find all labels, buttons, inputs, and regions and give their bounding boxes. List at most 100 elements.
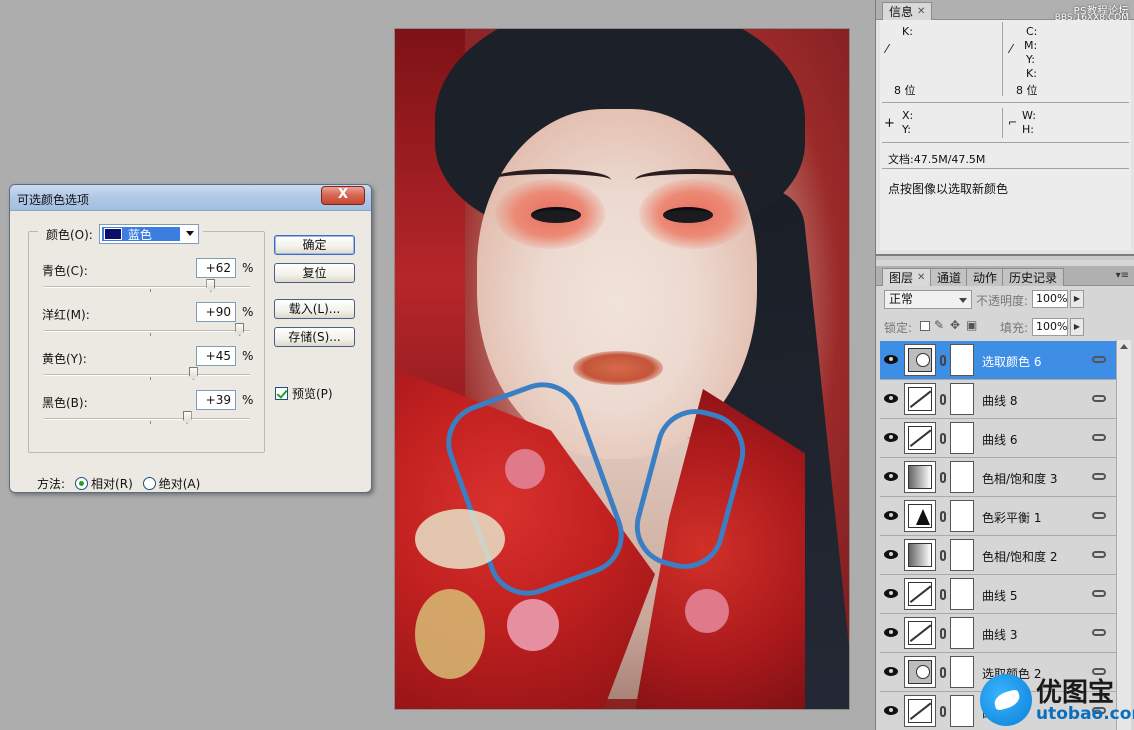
- mask-thumbnail[interactable]: [950, 617, 974, 649]
- link-icon[interactable]: [940, 706, 946, 717]
- lock-all-icon[interactable]: ▣: [966, 318, 977, 332]
- layer-name[interactable]: 选取颜色 6: [982, 353, 1041, 370]
- adjustment-thumbnail-icon[interactable]: [904, 656, 936, 688]
- layer-row[interactable]: 曲线 3: [880, 614, 1116, 653]
- link-icon[interactable]: [940, 550, 946, 561]
- eye-icon[interactable]: [884, 589, 898, 598]
- scroll-up-icon[interactable]: [1120, 344, 1128, 349]
- cyan-value-input[interactable]: +62: [196, 258, 236, 278]
- layer-name[interactable]: 曲线 6: [982, 431, 1017, 448]
- link-icon[interactable]: [940, 394, 946, 405]
- radio-selected-icon[interactable]: [75, 477, 89, 490]
- tab-layers[interactable]: 图层 ✕: [882, 268, 933, 286]
- link-icon[interactable]: [940, 589, 946, 600]
- layer-row[interactable]: 曲线 6: [880, 419, 1116, 458]
- slider-track[interactable]: [44, 374, 250, 376]
- reset-button[interactable]: 复位: [274, 263, 355, 283]
- checkbox-checked-icon[interactable]: [275, 387, 288, 400]
- mask-thumbnail[interactable]: [950, 578, 974, 610]
- eye-icon[interactable]: [884, 511, 898, 520]
- layer-row[interactable]: 曲线 8: [880, 380, 1116, 419]
- slider-thumb[interactable]: [182, 411, 192, 424]
- close-icon[interactable]: ✕: [917, 4, 925, 20]
- fill-arrow-icon[interactable]: ▶: [1070, 318, 1084, 336]
- eye-icon[interactable]: [884, 706, 898, 715]
- preview-checkbox[interactable]: 预览(P): [275, 385, 333, 402]
- eye-icon[interactable]: [884, 550, 898, 559]
- tab-history[interactable]: 历史记录: [1002, 268, 1065, 286]
- tab-info[interactable]: 信息 ✕: [882, 2, 933, 20]
- layer-row[interactable]: 选取颜色 6: [880, 341, 1116, 380]
- mask-thumbnail[interactable]: [950, 422, 974, 454]
- layer-name[interactable]: 色相/饱和度 3: [982, 470, 1058, 487]
- layer-row[interactable]: 色相/饱和度 3: [880, 458, 1116, 497]
- lock-transparent-icon[interactable]: [920, 321, 930, 331]
- close-icon[interactable]: ✕: [917, 270, 925, 286]
- panel-menu-icon[interactable]: ▾≡: [1116, 270, 1129, 281]
- adjustment-thumbnail-icon[interactable]: [904, 383, 936, 415]
- tab-actions[interactable]: 动作: [966, 268, 1005, 286]
- slider-track[interactable]: [44, 330, 250, 332]
- mask-thumbnail[interactable]: [950, 656, 974, 688]
- eye-icon[interactable]: [884, 433, 898, 442]
- slider-thumb[interactable]: [188, 367, 198, 380]
- lock-brush-icon[interactable]: ✎: [934, 318, 944, 332]
- eye-icon[interactable]: [884, 628, 898, 637]
- eye-icon[interactable]: [884, 667, 898, 676]
- ok-button[interactable]: 确定: [274, 235, 355, 255]
- mask-thumbnail[interactable]: [950, 695, 974, 727]
- adjustment-thumbnail-icon[interactable]: [904, 578, 936, 610]
- layer-row[interactable]: 色相/饱和度 2: [880, 536, 1116, 575]
- adjustment-thumbnail-icon[interactable]: [904, 695, 936, 727]
- eye-icon[interactable]: [884, 472, 898, 481]
- slider-thumb[interactable]: [235, 323, 245, 336]
- eye-icon[interactable]: [884, 355, 898, 364]
- adjustment-thumbnail-icon[interactable]: [904, 539, 936, 571]
- opacity-input[interactable]: 100%: [1032, 290, 1068, 308]
- adjustment-thumbnail-icon[interactable]: [904, 344, 936, 376]
- black-value-input[interactable]: +39: [196, 390, 236, 410]
- slider-track[interactable]: [44, 418, 250, 420]
- link-icon[interactable]: [940, 667, 946, 678]
- mask-thumbnail[interactable]: [950, 500, 974, 532]
- blend-mode-select[interactable]: 正常: [884, 290, 972, 309]
- link-icon[interactable]: [940, 628, 946, 639]
- color-dropdown[interactable]: 蓝色: [98, 224, 199, 244]
- link-icon[interactable]: [940, 511, 946, 522]
- yellow-value-input[interactable]: +45: [196, 346, 236, 366]
- link-icon[interactable]: [940, 433, 946, 444]
- canvas-image[interactable]: [394, 28, 850, 710]
- mask-thumbnail[interactable]: [950, 539, 974, 571]
- lock-move-icon[interactable]: ✥: [950, 318, 960, 332]
- layer-name[interactable]: 色相/饱和度 2: [982, 548, 1058, 565]
- layer-name[interactable]: 曲线 8: [982, 392, 1017, 409]
- eye-icon[interactable]: [884, 394, 898, 403]
- fill-input[interactable]: 100%: [1032, 318, 1068, 336]
- adjustment-thumbnail-icon[interactable]: [904, 422, 936, 454]
- mask-thumbnail[interactable]: [950, 461, 974, 493]
- tab-channels[interactable]: 通道: [930, 268, 969, 286]
- save-button[interactable]: 存储(S)...: [274, 327, 355, 347]
- adjustment-thumbnail-icon[interactable]: [904, 461, 936, 493]
- opacity-arrow-icon[interactable]: ▶: [1070, 290, 1084, 308]
- layer-row[interactable]: 曲线 5: [880, 575, 1116, 614]
- mask-thumbnail[interactable]: [950, 344, 974, 376]
- layer-row[interactable]: 色彩平衡 1: [880, 497, 1116, 536]
- slider-thumb[interactable]: [206, 279, 216, 292]
- load-button[interactable]: 载入(L)...: [274, 299, 355, 319]
- magenta-value-input[interactable]: +90: [196, 302, 236, 322]
- method-relative-radio[interactable]: 相对(R): [75, 475, 133, 492]
- dialog-titlebar[interactable]: 可选颜色选项 X: [10, 185, 371, 211]
- link-icon[interactable]: [940, 355, 946, 366]
- layer-name[interactable]: 曲线 3: [982, 626, 1017, 643]
- link-icon[interactable]: [940, 472, 946, 483]
- adjustment-thumbnail-icon[interactable]: [904, 500, 936, 532]
- close-button[interactable]: X: [321, 186, 365, 205]
- mask-thumbnail[interactable]: [950, 383, 974, 415]
- adjustment-thumbnail-icon[interactable]: [904, 617, 936, 649]
- slider-track[interactable]: [44, 286, 250, 288]
- method-absolute-radio[interactable]: 绝对(A): [142, 475, 200, 492]
- radio-unselected-icon[interactable]: [142, 477, 156, 490]
- layer-name[interactable]: 曲线 5: [982, 587, 1017, 604]
- layer-name[interactable]: 色彩平衡 1: [982, 509, 1041, 526]
